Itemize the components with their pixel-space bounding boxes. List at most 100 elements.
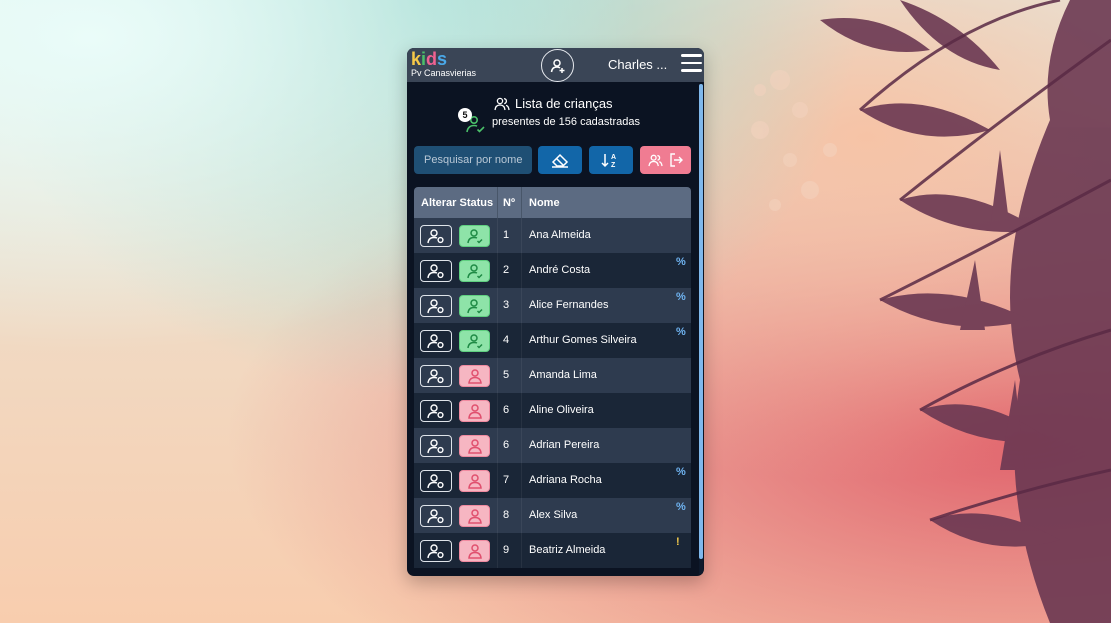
user-name[interactable]: Charles ... bbox=[608, 57, 667, 72]
percent-flag-icon: % bbox=[676, 326, 686, 338]
hamburger-icon bbox=[681, 54, 702, 57]
user-check-icon bbox=[466, 264, 483, 279]
table-row[interactable]: 6 Adrian Pereira bbox=[414, 428, 691, 463]
percent-flag-icon: % bbox=[676, 466, 686, 478]
change-status-button[interactable] bbox=[420, 435, 452, 457]
user-settings-icon bbox=[427, 334, 444, 349]
header-status[interactable]: Alterar Status bbox=[421, 197, 493, 209]
user-settings-icon bbox=[427, 264, 444, 279]
absent-toggle-button[interactable] bbox=[459, 540, 490, 562]
row-number: 4 bbox=[503, 334, 510, 346]
user-check-icon bbox=[466, 299, 483, 314]
percent-flag-icon: % bbox=[676, 501, 686, 513]
list-title: Lista de crianças bbox=[494, 96, 613, 111]
header-name[interactable]: Nome bbox=[529, 197, 560, 209]
user-settings-icon bbox=[427, 369, 444, 384]
table-header: Alterar Status Nº Nome bbox=[414, 187, 691, 218]
user-icon bbox=[467, 509, 482, 524]
change-status-button[interactable] bbox=[420, 540, 452, 562]
child-name[interactable]: Alex Silva bbox=[529, 509, 577, 521]
list-title-text: Lista de crianças bbox=[515, 96, 613, 111]
app-logo[interactable]: kids bbox=[411, 50, 447, 68]
menu-button[interactable] bbox=[681, 54, 702, 72]
eraser-icon bbox=[551, 153, 569, 168]
table-row[interactable]: 5 Amanda Lima bbox=[414, 358, 691, 393]
column-divider bbox=[497, 498, 498, 533]
table-row[interactable]: 2 André Costa% bbox=[414, 253, 691, 288]
column-divider bbox=[497, 323, 498, 358]
child-name[interactable]: Aline Oliveira bbox=[529, 404, 594, 416]
present-toggle-button[interactable] bbox=[459, 260, 490, 282]
absent-toggle-button[interactable] bbox=[459, 470, 490, 492]
logo-letter: d bbox=[426, 49, 438, 69]
column-divider bbox=[497, 393, 498, 428]
child-name[interactable]: Ana Almeida bbox=[529, 229, 591, 241]
user-icon bbox=[467, 474, 482, 489]
table-row[interactable]: 8 Alex Silva% bbox=[414, 498, 691, 533]
present-toggle-button[interactable] bbox=[459, 295, 490, 317]
present-toggle-button[interactable] bbox=[459, 225, 490, 247]
row-number: 7 bbox=[503, 474, 510, 486]
change-status-button[interactable] bbox=[420, 330, 452, 352]
change-status-button[interactable] bbox=[420, 260, 452, 282]
present-toggle-button[interactable] bbox=[459, 330, 490, 352]
absent-toggle-button[interactable] bbox=[459, 400, 490, 422]
checkout-button[interactable] bbox=[640, 146, 691, 174]
absent-toggle-button[interactable] bbox=[459, 505, 490, 527]
change-status-button[interactable] bbox=[420, 225, 452, 247]
child-name[interactable]: Amanda Lima bbox=[529, 369, 597, 381]
table-row[interactable]: 1 Ana Almeida bbox=[414, 218, 691, 253]
column-divider bbox=[521, 187, 522, 218]
change-status-button[interactable] bbox=[420, 470, 452, 492]
user-settings-icon bbox=[427, 474, 444, 489]
table-row[interactable]: 9 Beatriz Almeida! bbox=[414, 533, 691, 568]
hamburger-icon bbox=[681, 69, 702, 72]
list-subtitle: presentes de 156 cadastradas bbox=[492, 116, 640, 128]
column-divider bbox=[521, 393, 522, 428]
column-divider bbox=[497, 428, 498, 463]
svg-text:Z: Z bbox=[611, 162, 616, 168]
present-count-badge: 5 bbox=[458, 108, 472, 122]
child-name[interactable]: André Costa bbox=[529, 264, 590, 276]
add-user-button[interactable] bbox=[541, 49, 574, 82]
user-icon bbox=[467, 439, 482, 454]
change-status-button[interactable] bbox=[420, 295, 452, 317]
table-row[interactable]: 3 Alice Fernandes% bbox=[414, 288, 691, 323]
change-status-button[interactable] bbox=[420, 505, 452, 527]
table-row[interactable]: 4 Arthur Gomes Silveira% bbox=[414, 323, 691, 358]
user-settings-icon bbox=[427, 229, 444, 244]
child-name[interactable]: Arthur Gomes Silveira bbox=[529, 334, 637, 346]
search-input[interactable] bbox=[414, 146, 532, 174]
table-row[interactable]: 7 Adriana Rocha% bbox=[414, 463, 691, 498]
column-divider bbox=[521, 218, 522, 253]
change-status-button[interactable] bbox=[420, 365, 452, 387]
top-bar: kids Pv Canasvierias Charles ... bbox=[407, 48, 704, 82]
row-number: 6 bbox=[503, 404, 510, 416]
logo-letter: s bbox=[437, 49, 448, 69]
change-status-button[interactable] bbox=[420, 400, 452, 422]
users-icon bbox=[647, 154, 663, 166]
users-icon bbox=[494, 97, 510, 110]
percent-flag-icon: % bbox=[676, 256, 686, 268]
header-number[interactable]: Nº bbox=[503, 197, 515, 209]
absent-toggle-button[interactable] bbox=[459, 435, 490, 457]
user-settings-icon bbox=[427, 509, 444, 524]
column-divider bbox=[497, 533, 498, 568]
table-row[interactable]: 6 Aline Oliveira bbox=[414, 393, 691, 428]
absent-toggle-button[interactable] bbox=[459, 365, 490, 387]
column-divider bbox=[521, 253, 522, 288]
column-divider bbox=[521, 428, 522, 463]
scrollbar-thumb[interactable] bbox=[699, 84, 703, 559]
clear-search-button[interactable] bbox=[538, 146, 582, 174]
column-divider bbox=[497, 187, 498, 218]
column-divider bbox=[521, 288, 522, 323]
child-name[interactable]: Adrian Pereira bbox=[529, 439, 599, 451]
child-name[interactable]: Alice Fernandes bbox=[529, 299, 609, 311]
row-number: 8 bbox=[503, 509, 510, 521]
children-table: Alterar Status Nº Nome 1 Ana Almeida 2 Andr… bbox=[414, 187, 691, 568]
child-name[interactable]: Adriana Rocha bbox=[529, 474, 602, 486]
child-name[interactable]: Beatriz Almeida bbox=[529, 544, 605, 556]
user-settings-icon bbox=[427, 544, 444, 559]
sort-button[interactable]: A Z bbox=[589, 146, 633, 174]
user-icon bbox=[467, 369, 482, 384]
